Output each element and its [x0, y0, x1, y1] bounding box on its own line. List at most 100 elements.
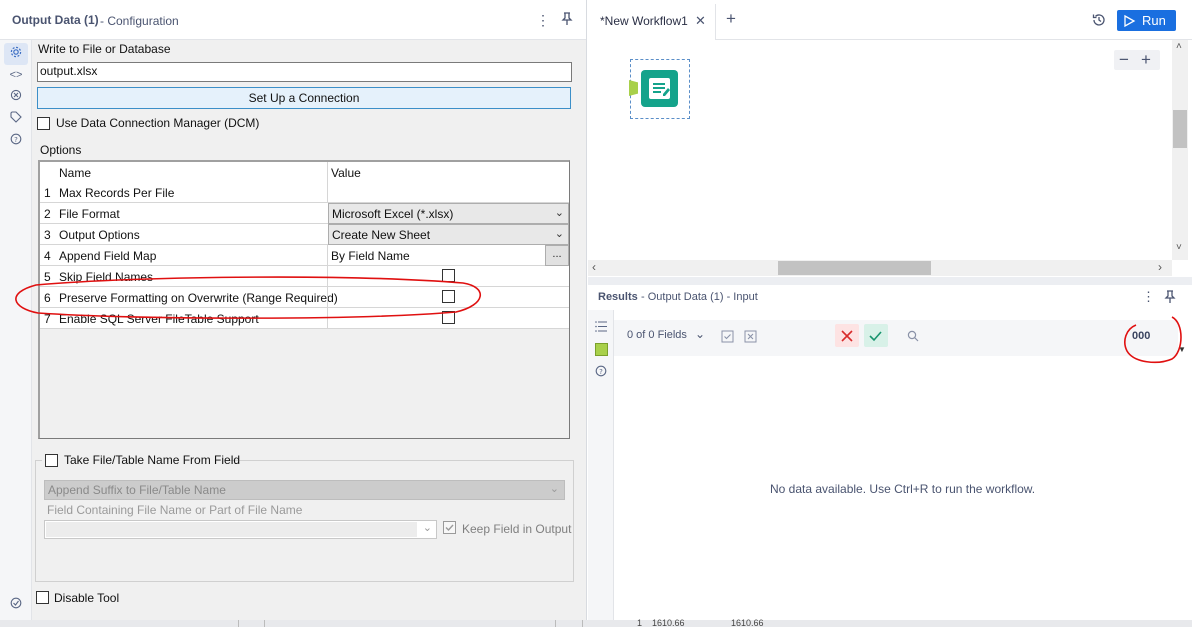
- append-suffix-value: Append Suffix to File/Table Name: [48, 483, 226, 497]
- horizontal-scroll-thumb[interactable]: [778, 261, 931, 275]
- chevron-down-icon: ⌄: [422, 522, 432, 534]
- row-name: File Format: [59, 207, 120, 221]
- empty-results-message: No data available. Use Ctrl+R to run the…: [770, 482, 1036, 496]
- svg-text:?: ?: [14, 136, 18, 144]
- row-number: 1: [44, 186, 51, 200]
- check-icon: [869, 331, 882, 342]
- panel-title: Output Data (1): [12, 13, 99, 27]
- table-row[interactable]: 3 Output Options Create New Sheet ⌄: [40, 224, 569, 245]
- output-options-value: Create New Sheet: [332, 228, 431, 242]
- input-anchor[interactable]: [629, 80, 638, 96]
- append-field-map-button[interactable]: ...: [545, 245, 569, 266]
- add-tab-icon[interactable]: +: [726, 9, 736, 29]
- chevron-down-icon: ⌄: [554, 207, 564, 219]
- search-icon[interactable]: [907, 330, 919, 345]
- results-header: Results - Output Data (1) - Input ⋮: [588, 285, 1192, 310]
- options-label: Options: [40, 143, 82, 157]
- apply-filter-button[interactable]: [864, 324, 888, 347]
- more-options-icon[interactable]: ⋮: [1142, 289, 1155, 305]
- results-toolbar: 0 of 0 Fields ⌄ 000: [614, 320, 1178, 356]
- zoom-out-button[interactable]: −: [1119, 50, 1129, 70]
- fields-selector[interactable]: 0 of 0 Fields: [627, 329, 687, 341]
- row-number: 4: [44, 249, 51, 263]
- help-icon[interactable]: ?: [595, 365, 607, 380]
- code-icon[interactable]: <>: [8, 67, 24, 83]
- take-name-label: Take File/Table Name From Field: [64, 453, 241, 467]
- more-options-icon[interactable]: ⋮: [535, 12, 551, 28]
- dcm-checkbox[interactable]: [37, 117, 50, 130]
- close-icon: [841, 330, 853, 342]
- cancel-filter-button[interactable]: [835, 324, 859, 347]
- tab-new-workflow[interactable]: *New Workflow1 ✕: [588, 4, 716, 40]
- table-row[interactable]: 1 Max Records Per File: [40, 182, 569, 203]
- setup-connection-button[interactable]: Set Up a Connection: [37, 87, 571, 109]
- append-field-map-value: By Field Name: [331, 249, 410, 263]
- pin-icon[interactable]: [559, 12, 575, 28]
- chevron-right-icon[interactable]: ›: [1158, 260, 1162, 274]
- panel-subtitle: - Configuration: [100, 14, 179, 28]
- select-all-icon[interactable]: [721, 330, 734, 346]
- canvas-vertical-scrollbar[interactable]: ˄ ˅: [1172, 40, 1188, 260]
- keep-field-checkbox[interactable]: [443, 521, 456, 534]
- disable-tool-checkbox[interactable]: [36, 591, 49, 604]
- row-name: Append Field Map: [59, 249, 157, 263]
- output-data-tool-icon: [641, 70, 678, 107]
- chevron-up-icon[interactable]: ˄: [1176, 41, 1182, 52]
- configuration-side-rail: <> ?: [0, 40, 32, 620]
- row-number: 2: [44, 207, 51, 221]
- results-title: Results: [598, 291, 638, 303]
- results-body: ? 0 of 0 Fields ⌄ 000 ▼ No data availabl…: [588, 310, 1192, 620]
- dcm-label: Use Data Connection Manager (DCM): [56, 116, 260, 130]
- vertical-scroll-thumb[interactable]: [1173, 110, 1187, 148]
- run-button[interactable]: Run: [1117, 10, 1176, 31]
- chevron-left-icon[interactable]: ‹: [592, 260, 596, 274]
- take-name-checkbox[interactable]: [45, 454, 58, 467]
- history-icon[interactable]: [1091, 12, 1107, 31]
- workflow-canvas[interactable]: − +: [588, 40, 1192, 277]
- configuration-header: Output Data (1) - Configuration ⋮: [0, 0, 586, 40]
- close-icon[interactable]: ✕: [695, 13, 706, 29]
- file-path-input[interactable]: output.xlsx: [37, 62, 572, 82]
- chevron-down-icon[interactable]: ˅: [1176, 242, 1182, 253]
- annotation-icon[interactable]: [8, 89, 24, 105]
- row-name: Output Options: [59, 228, 140, 242]
- gear-icon[interactable]: [8, 46, 24, 62]
- keep-field-label: Keep Field in Output: [462, 522, 572, 536]
- zoom-in-button[interactable]: +: [1141, 50, 1151, 70]
- pin-icon[interactable]: [1164, 290, 1176, 307]
- field-containing-label: Field Containing File Name or Part of Fi…: [47, 503, 303, 517]
- annotation-circle-row-six: [15, 276, 482, 319]
- input-anchor-icon[interactable]: [595, 343, 608, 356]
- list-icon[interactable]: [595, 321, 607, 335]
- panel-splitter[interactable]: [588, 277, 1192, 285]
- file-format-value: Microsoft Excel (*.xlsx): [332, 207, 454, 221]
- grid-header-row: Name Value: [40, 162, 569, 183]
- tag-icon[interactable]: [8, 111, 24, 127]
- canvas-horizontal-scrollbar[interactable]: ‹ ›: [588, 260, 1172, 276]
- svg-text:?: ?: [599, 368, 603, 376]
- output-options-dropdown[interactable]: Create New Sheet ⌄: [328, 224, 569, 245]
- grid-header-name: Name: [59, 166, 92, 180]
- chevron-down-icon[interactable]: ⌄: [695, 327, 705, 341]
- annotation-circle-format: [1124, 316, 1182, 364]
- output-data-tool[interactable]: [629, 59, 690, 119]
- deselect-all-icon[interactable]: [744, 330, 757, 346]
- results-subtitle: - Output Data (1) - Input: [641, 291, 758, 303]
- play-icon: [1124, 14, 1136, 28]
- write-label: Write to File or Database: [38, 42, 171, 56]
- field-containing-dropdown[interactable]: ⌄: [44, 520, 437, 539]
- row-name: Max Records Per File: [59, 186, 175, 200]
- zoom-controls: − +: [1114, 50, 1160, 70]
- chevron-down-icon: ⌄: [549, 483, 559, 495]
- results-side-rail: ?: [588, 310, 614, 620]
- disable-tool-label: Disable Tool: [54, 591, 120, 605]
- row-number: 3: [44, 228, 51, 242]
- append-suffix-dropdown[interactable]: Append Suffix to File/Table Name ⌄: [44, 480, 565, 500]
- table-row[interactable]: 4 Append Field Map By Field Name ...: [40, 245, 569, 266]
- grid-header-value: Value: [331, 166, 361, 180]
- file-format-dropdown[interactable]: Microsoft Excel (*.xlsx) ⌄: [328, 203, 569, 224]
- table-row[interactable]: 2 File Format Microsoft Excel (*.xlsx) ⌄: [40, 203, 569, 224]
- check-circle-icon[interactable]: [8, 597, 24, 613]
- tab-title: *New Workflow1: [600, 14, 688, 28]
- help-icon[interactable]: ?: [8, 133, 24, 149]
